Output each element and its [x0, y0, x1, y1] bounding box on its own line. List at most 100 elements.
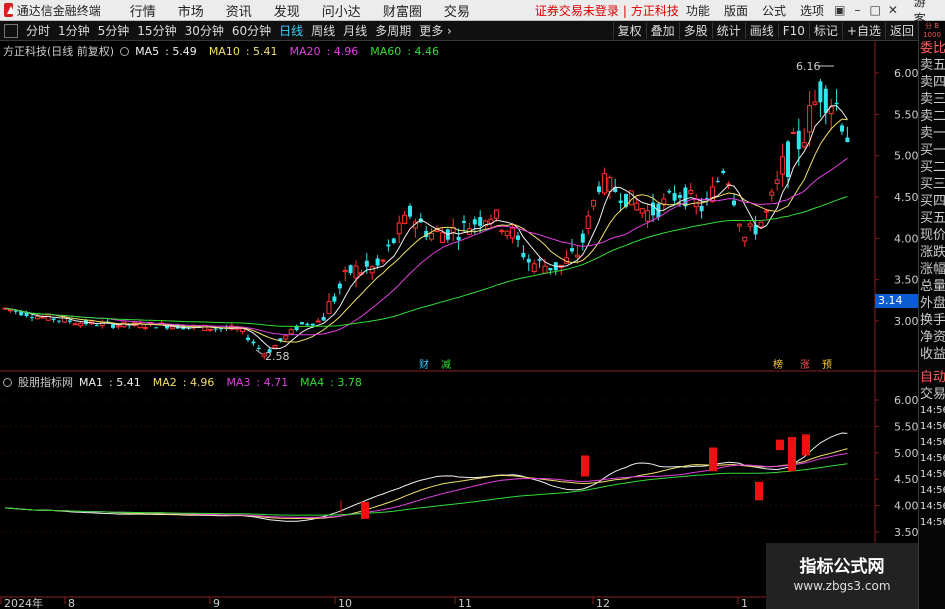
event-marker-forecast[interactable]: 预: [821, 360, 833, 372]
period-tab-0[interactable]: 分时: [22, 22, 54, 39]
candle-body-down: [683, 187, 688, 207]
candle-body-up: [736, 223, 742, 227]
candle-body-up: [774, 179, 780, 184]
legend-ma10: MA10: 5.41: [208, 44, 278, 58]
candle-body-down: [699, 205, 704, 212]
app-title: 通达信金融终端: [16, 3, 101, 18]
toolbar-button-4[interactable]: 画线: [744, 22, 778, 39]
menu-item-news[interactable]: 资讯: [215, 1, 263, 20]
candle-body-up: [585, 215, 591, 229]
panel-lower: 自动交易 14:56 14:56 14:56 14:56 14:56 14:56 14:56 1…: [919, 369, 945, 531]
candle-body-up: [607, 177, 613, 193]
toolbar-button-7[interactable]: +自选: [841, 22, 885, 39]
period-tab-7[interactable]: 周线: [307, 22, 339, 39]
candle-body-up: [499, 229, 505, 233]
sub-y-label: 5.00: [894, 447, 918, 460]
panel-item-17: 净资: [920, 330, 945, 345]
candle-body-down: [478, 217, 483, 227]
eye-icon[interactable]: [120, 46, 130, 56]
panel-item-15: 外盘: [920, 296, 945, 311]
toolbar-button-0[interactable]: 复权: [612, 22, 646, 39]
signal-bar: [802, 434, 810, 456]
menu-item-quotes[interactable]: 行情: [119, 1, 167, 20]
trade-login-notice[interactable]: 证券交易未登录 | 方正科技: [535, 2, 679, 19]
window-mode-icon[interactable]: ▣: [831, 3, 849, 17]
candle-body-down: [580, 233, 585, 243]
menu-item-market[interactable]: 市场: [167, 1, 215, 20]
menu-item-wealth[interactable]: 财富圈: [372, 1, 433, 20]
menu-item-ask[interactable]: 问小达: [311, 1, 372, 20]
candle-body-up: [639, 208, 645, 214]
sub-legend: 股朋指标网 MA1: 5.41 MA2: 4.96 MA3: 4.71 MA4:…: [3, 374, 374, 390]
quote-side-panel: 分 B 1000 委比 卖五 卖四 卖三 卖二 卖一 买一 买二 买三 买四 买五 现价 涨跌 涨幅 总量外…: [918, 21, 945, 609]
close-icon[interactable]: ✕: [884, 3, 902, 17]
period-tab-3[interactable]: 15分钟: [133, 22, 180, 39]
period-tabs: 分时 1分钟 5分钟 15分钟 30分钟 60分钟 日线 周线 月线 多周期 更多 ›: [22, 22, 456, 39]
menu-item-options[interactable]: 选项: [793, 2, 831, 19]
toolbar-button-2[interactable]: 多股: [678, 22, 712, 39]
panel-item-16: 换手: [920, 313, 945, 328]
period-tab-9[interactable]: 多周期: [371, 22, 415, 39]
panel-item-14: 总量: [920, 279, 945, 294]
toolbar-button-3[interactable]: 统计: [711, 22, 745, 39]
candle-body-up: [574, 254, 580, 258]
menu-item-formula[interactable]: 公式: [755, 2, 793, 19]
candle-body-up: [434, 229, 440, 233]
candle-body-up: [169, 326, 175, 330]
candle-body-down: [667, 191, 672, 193]
period-tab-10[interactable]: 更多 ›: [415, 22, 456, 39]
candle-body-down: [715, 180, 720, 182]
panel-item-1: 卖五: [920, 58, 945, 73]
period-tab-8[interactable]: 月线: [339, 22, 371, 39]
period-tab-2[interactable]: 5分钟: [94, 22, 134, 39]
candle-body-down: [111, 324, 115, 328]
minimize-icon[interactable]: –: [849, 3, 867, 17]
period-tab-1[interactable]: 1分钟: [54, 22, 94, 39]
signal-bar: [776, 439, 784, 451]
period-tab-4[interactable]: 30分钟: [181, 22, 228, 39]
candle-body-down: [348, 265, 353, 274]
candle-body-down: [246, 337, 250, 341]
candle-body-down: [651, 202, 655, 216]
menu-item-function[interactable]: 功能: [679, 2, 717, 19]
menu-item-layout[interactable]: 版面: [717, 2, 755, 19]
candle-body-up: [763, 210, 769, 213]
toolbar-button-5[interactable]: F10: [777, 23, 809, 38]
sub-y-label: 4.50: [894, 473, 918, 486]
eye-icon[interactable]: [3, 377, 12, 387]
panel-lower-item-1[interactable]: 交易: [919, 386, 945, 403]
event-marker-reduce[interactable]: 减: [440, 360, 452, 372]
menu-item-discover[interactable]: 发现: [263, 1, 311, 20]
candle-body-down: [834, 102, 839, 105]
panel-lower-item-0[interactable]: 自动: [919, 369, 945, 386]
candle-body-down: [721, 170, 726, 173]
main-y-label: 5.50: [894, 108, 918, 121]
event-marker-limitup[interactable]: 涨: [799, 360, 811, 372]
candle-body-down: [408, 205, 412, 217]
legend-ma1: MA1: 5.41: [79, 375, 141, 389]
candle-body-down: [818, 81, 823, 103]
kline-chart[interactable]: 6.00 5.50 5.00 4.50 4.00 3.50 3.00 6.00 5.50 5.00…: [0, 41, 918, 609]
panel-toggle-icon[interactable]: [4, 23, 18, 38]
event-marker-list[interactable]: 榜: [772, 360, 784, 372]
period-tab-6[interactable]: 日线: [275, 22, 307, 39]
candle-body-up: [645, 210, 651, 222]
candle-body-down: [537, 258, 542, 261]
ma4-line: [4, 463, 848, 516]
toolbar-button-8[interactable]: 返回: [884, 22, 918, 39]
menu-item-trade[interactable]: 交易: [433, 1, 481, 20]
toolbar-button-1[interactable]: 叠加: [645, 22, 679, 39]
candle-body-up: [542, 265, 548, 274]
event-marker-finance[interactable]: 财: [418, 360, 430, 372]
candle-body-down: [332, 296, 337, 302]
candle-body-up: [661, 198, 667, 205]
maximize-icon[interactable]: □: [866, 3, 884, 17]
legend-ma60: MA60: 4.46: [370, 44, 439, 58]
candle-body-down: [672, 193, 677, 201]
candle-body-down: [51, 318, 56, 320]
toolbar-button-6[interactable]: 标记: [808, 22, 842, 39]
sub-y-label: 3.50: [894, 526, 918, 539]
period-tab-5[interactable]: 60分钟: [228, 22, 275, 39]
app-logo-icon: [4, 3, 13, 17]
candle-body-up: [115, 325, 121, 328]
